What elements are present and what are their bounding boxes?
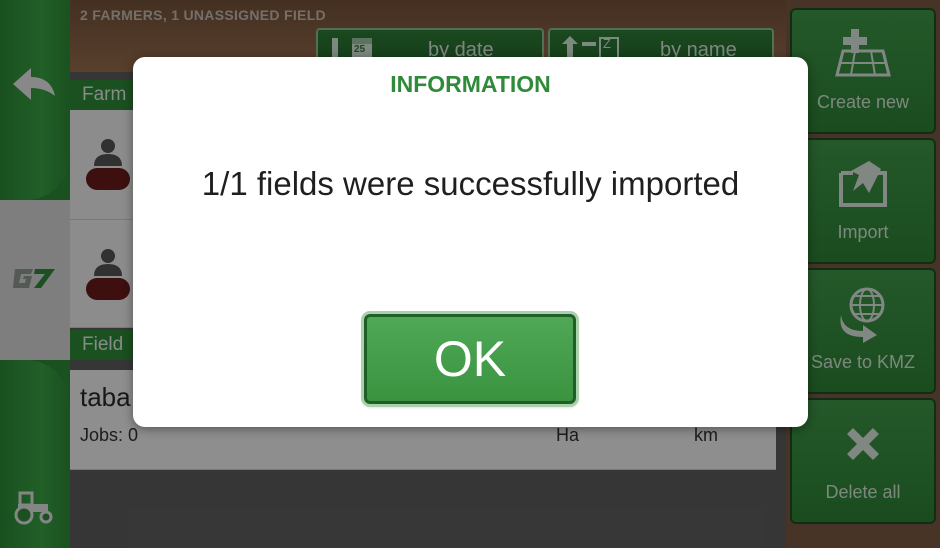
dialog-message: 1/1 fields were successfully imported: [201, 165, 740, 202]
dialog-title: INFORMATION: [390, 71, 551, 97]
information-dialog: INFORMATION 1/1 fields were successfully…: [133, 57, 808, 427]
ok-button[interactable]: OK: [364, 314, 576, 404]
